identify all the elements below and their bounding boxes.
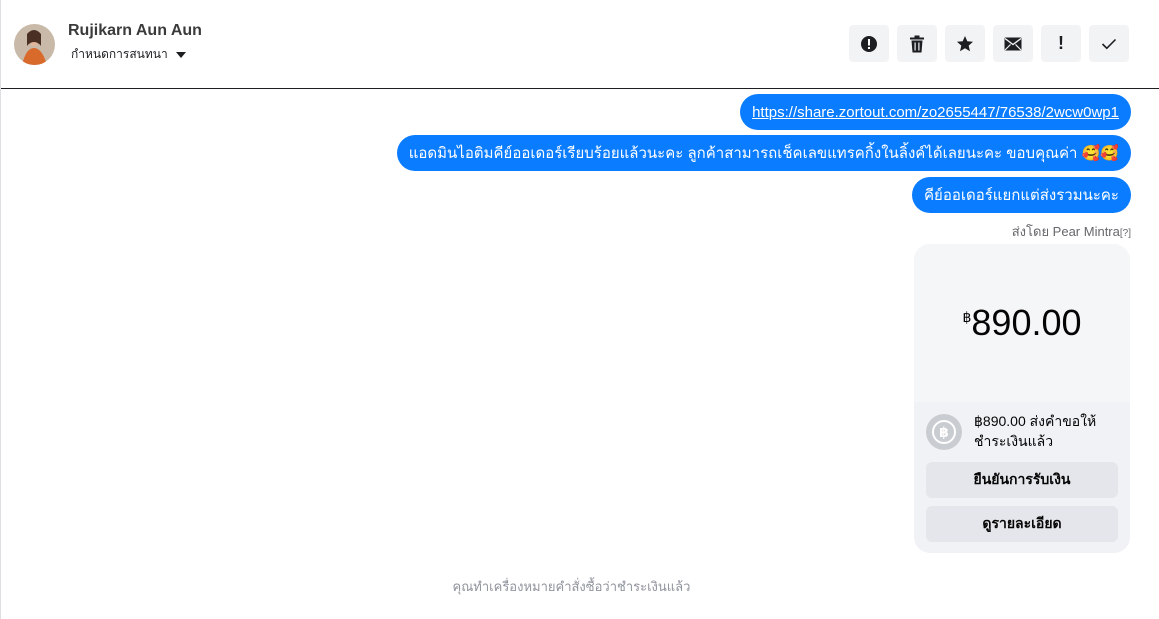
message-bubble: คีย์ออเดอร์แยกแต่ส่งรวมนะคะ [912,177,1131,213]
sent-by-label: ส่งโดย Pear Mintra[?] [1012,221,1131,242]
trash-icon [910,35,924,52]
left-border [0,0,1,619]
checkmark-icon [1101,38,1117,49]
payment-info: ฿ ฿890.00 ส่งคำขอให้ชำระเงินแล้ว [926,413,1114,451]
message-text: แอดมินไอติมคีย์ออเดอร์เรียบร้อยแล้วนะคะ … [408,145,1119,162]
star-button[interactable] [945,25,985,62]
system-message: คุณทำเครื่องหมายคำสั่งซื้อว่าชำระเงินแล้… [452,579,691,594]
alert-circle-icon [861,35,877,52]
important-button[interactable]: ! [1041,25,1081,62]
exclamation-icon: ! [1058,33,1064,53]
payment-amount: ฿890.00 [914,302,1130,344]
mark-unread-button[interactable] [993,25,1033,62]
toolbar: ! [849,25,1129,62]
star-icon [957,35,973,51]
order-tracking-link[interactable]: https://share.zortout.com/zo2655447/7653… [752,104,1119,121]
amount-value: 890.00 [971,302,1082,343]
conversation-header: Rujikarn Aun Aun กำหนดการสนทนา ! [1,0,1159,89]
payment-amount-panel: ฿890.00 [914,244,1130,402]
done-button[interactable] [1089,25,1129,62]
message-bubble-link: https://share.zortout.com/zo2655447/7653… [740,94,1131,130]
conversation-schedule[interactable]: กำหนดการสนทนา [71,45,186,64]
contact-name[interactable]: Rujikarn Aun Aun [68,22,202,40]
payment-status-text: ฿890.00 ส่งคำขอให้ชำระเงินแล้ว [974,413,1097,449]
help-link[interactable]: [?] [1120,228,1131,239]
view-details-button[interactable]: ดูรายละเอียด [926,506,1118,542]
caret-down-icon[interactable] [175,51,186,58]
envelope-icon [1004,37,1022,50]
message-bubble: แอดมินไอติมคีย์ออเดอร์เรียบร้อยแล้วนะคะ … [396,135,1131,171]
spam-button[interactable] [849,25,889,62]
delete-button[interactable] [897,25,937,62]
baht-coin-icon: ฿ [926,414,962,450]
message-text: คีย์ออเดอร์แยกแต่ส่งรวมนะคะ [924,187,1119,204]
payment-request-card: ฿890.00 ฿ ฿890.00 ส่งคำขอให้ชำระเงินแล้ว… [914,244,1130,553]
sent-by-text: ส่งโดย Pear Mintra [1011,224,1120,239]
confirm-payment-button[interactable]: ยืนยันการรับเงิน [926,462,1118,498]
avatar[interactable] [14,24,55,65]
conversation-schedule-label: กำหนดการสนทนา [71,47,168,61]
